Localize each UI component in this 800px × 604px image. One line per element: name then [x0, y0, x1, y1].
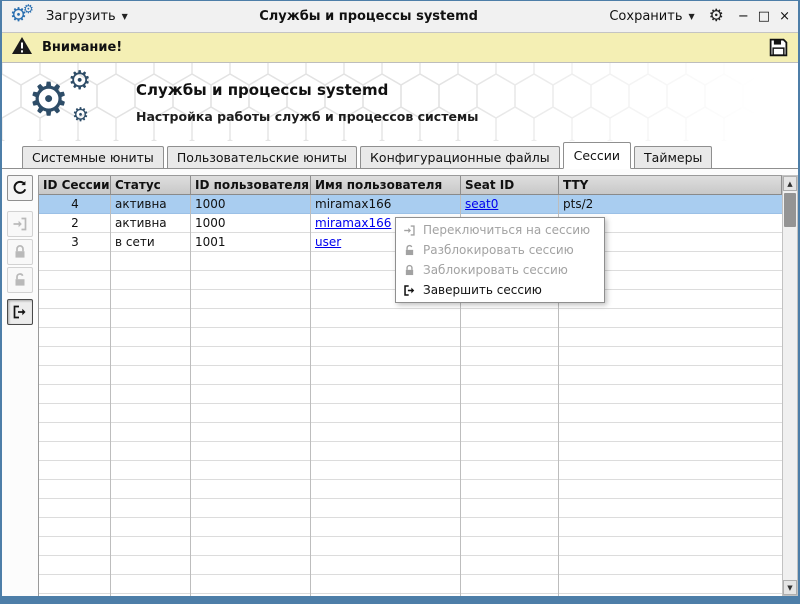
app-window: ⚙ ⚙ Загрузить ▼ Службы и процессы system… [0, 0, 800, 604]
cell-status: в сети [115, 235, 155, 249]
tab-user-units[interactable]: Пользовательские юниты [166, 146, 358, 168]
cell-user-id: 1000 [195, 197, 226, 211]
tab-sessions[interactable]: Сессии [562, 142, 632, 169]
cell-session-id: 2 [71, 216, 79, 230]
switch-session-button[interactable] [7, 211, 33, 237]
scroll-up-button[interactable]: ▲ [783, 176, 797, 191]
gear-icon: ⚙ [23, 1, 34, 16]
page-title: Службы и процессы systemd [136, 80, 389, 99]
lock-session-button[interactable] [7, 239, 33, 265]
save-file-icon[interactable] [768, 37, 789, 58]
column-header-status[interactable]: Статус [111, 176, 191, 194]
menu-item-label: Заблокировать сессию [423, 263, 568, 277]
cell-tty: pts/2 [563, 197, 594, 211]
gear-icon: ⚙ [28, 72, 70, 126]
window-title: Службы и процессы systemd [259, 9, 478, 24]
column-header-user-id[interactable]: ID пользователя [191, 176, 311, 194]
column-divider [190, 195, 191, 596]
column-header-user-name[interactable]: Имя пользователя [311, 176, 461, 194]
column-header-seat-id[interactable]: Seat ID [461, 176, 559, 194]
page-subtitle: Настройка работы служб и процессов систе… [136, 108, 479, 124]
menu-item-label: Разблокировать сессию [423, 243, 574, 257]
gears-logo: ⚙ ⚙ ⚙ [28, 66, 106, 134]
unlock-session-button[interactable] [7, 267, 33, 293]
cell-user-id: 1001 [195, 235, 226, 249]
seat-id-link[interactable]: seat0 [461, 195, 559, 213]
terminate-session-button[interactable] [7, 299, 33, 325]
menu-item-switch-session[interactable]: Переключиться на сессию [398, 220, 602, 240]
maximize-button[interactable]: □ [758, 10, 770, 23]
save-menu-label: Сохранить [609, 9, 683, 24]
menu-item-unlock-session[interactable]: Разблокировать сессию [398, 240, 602, 260]
tab-system-units[interactable]: Системные юниты [22, 146, 164, 168]
minimize-button[interactable]: − [738, 10, 749, 23]
cell-session-id: 4 [71, 197, 79, 211]
refresh-button[interactable] [7, 175, 33, 201]
logout-icon [403, 284, 416, 297]
cell-user-id: 1000 [195, 216, 226, 230]
unlock-icon [403, 244, 416, 257]
tab-config-files[interactable]: Конфигурационные файлы [360, 146, 560, 168]
table-row[interactable]: 4 активна 1000 miramax166 seat0 pts/2 [39, 195, 782, 214]
app-gears-icon: ⚙ ⚙ [10, 1, 36, 30]
window-controls: − □ × [738, 10, 790, 23]
cell-status: активна [115, 197, 167, 211]
lock-icon [403, 264, 416, 277]
cell-session-id: 3 [71, 235, 79, 249]
unlock-icon [12, 272, 28, 288]
lock-icon [12, 244, 28, 260]
gear-icon: ⚙ [68, 66, 92, 96]
menu-item-terminate-session[interactable]: Завершить сессию [398, 280, 602, 300]
switch-session-icon [12, 216, 28, 232]
table-header: ID Сессии Статус ID пользователя Имя пол… [39, 175, 782, 195]
warning-icon [11, 36, 33, 59]
chevron-down-icon: ▼ [121, 12, 128, 21]
scrollbar-thumb[interactable] [784, 193, 796, 227]
menu-item-label: Завершить сессию [423, 283, 542, 297]
session-context-menu: Переключиться на сессию Разблокировать с… [395, 217, 606, 303]
refresh-icon [12, 180, 28, 196]
gear-icon: ⚙ [72, 104, 90, 126]
session-toolbar [2, 175, 38, 596]
menu-item-label: Переключиться на сессию [423, 223, 591, 237]
cell-user-name: miramax166 [315, 197, 392, 211]
column-divider [110, 195, 111, 596]
logout-icon [12, 304, 28, 320]
load-menu-button[interactable]: Загрузить ▼ [46, 9, 128, 24]
scroll-down-button[interactable]: ▼ [783, 580, 797, 595]
menu-item-lock-session[interactable]: Заблокировать сессию [398, 260, 602, 280]
warning-text: Внимание! [42, 40, 123, 55]
tab-timers[interactable]: Таймеры [634, 146, 713, 168]
tab-bar: Системные юниты Пользовательские юниты К… [2, 141, 798, 169]
column-header-tty[interactable]: TTY [559, 176, 782, 194]
close-button[interactable]: × [779, 10, 790, 23]
load-menu-label: Загрузить [46, 9, 116, 24]
warning-bar: Внимание! [2, 33, 798, 63]
column-header-session-id[interactable]: ID Сессии [39, 176, 111, 194]
settings-gear-icon[interactable]: ⚙ [709, 8, 724, 25]
titlebar: ⚙ ⚙ Загрузить ▼ Службы и процессы system… [2, 1, 798, 33]
chevron-down-icon: ▼ [688, 12, 695, 21]
cell-status: активна [115, 216, 167, 230]
switch-session-icon [403, 224, 416, 237]
hero-header: ⚙ ⚙ ⚙ Службы и процессы systemd Настройк… [2, 63, 798, 141]
save-menu-button[interactable]: Сохранить ▼ [609, 9, 694, 24]
vertical-scrollbar[interactable]: ▲ ▼ [782, 175, 798, 596]
column-divider [310, 195, 311, 596]
